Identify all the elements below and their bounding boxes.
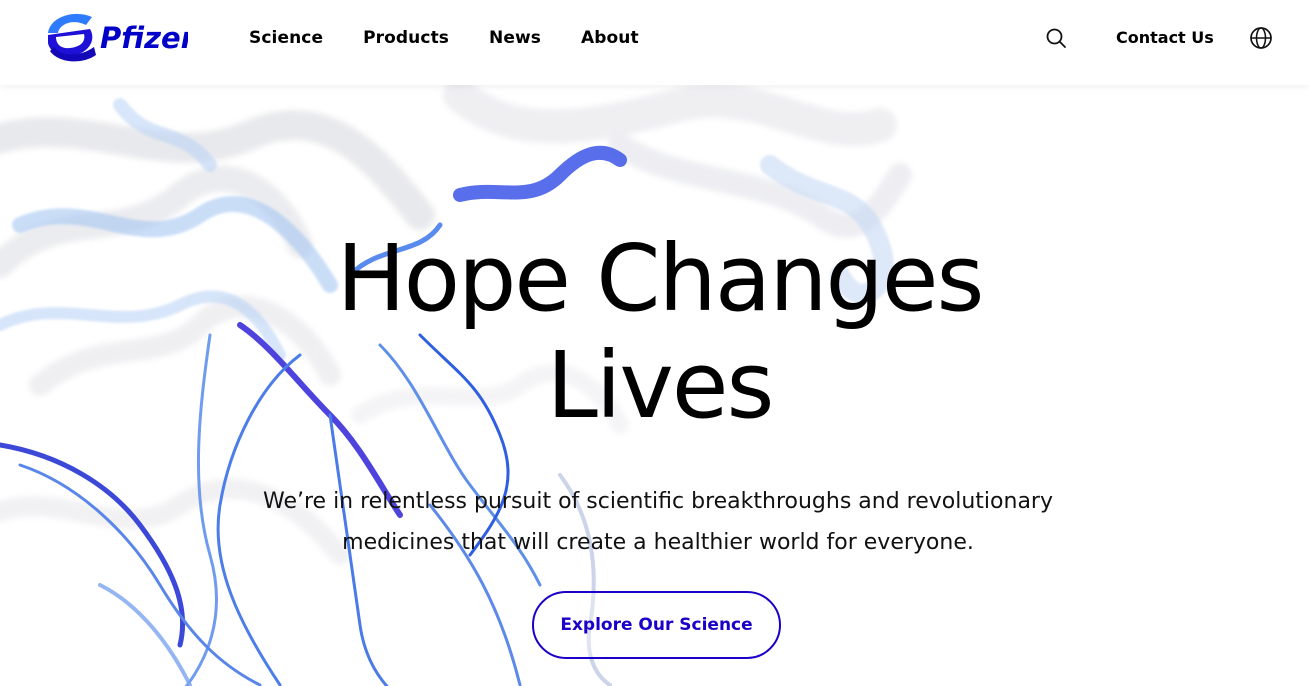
subtext-line-1: We’re in relentless pursuit of scientifi… bbox=[262, 489, 1053, 514]
nav-about[interactable]: About bbox=[581, 28, 639, 48]
nav-science[interactable]: Science bbox=[249, 28, 323, 48]
hero-headline: Hope Changes Lives bbox=[0, 225, 1309, 439]
contact-us-link[interactable]: Contact Us bbox=[1116, 28, 1214, 47]
headline-line-2: Lives bbox=[546, 332, 775, 439]
logo-wordmark: Pfizer bbox=[100, 21, 188, 55]
hero-section: Hope Changes Lives We’re in relentless p… bbox=[0, 85, 1309, 686]
main-nav: Science Products News About bbox=[249, 28, 679, 48]
nav-products[interactable]: Products bbox=[363, 28, 449, 48]
search-icon[interactable] bbox=[1044, 26, 1068, 50]
nav-news[interactable]: News bbox=[489, 28, 541, 48]
hero-subtext: We’re in relentless pursuit of scientifi… bbox=[258, 481, 1058, 563]
subtext-line-2: medicines that will create a healthier w… bbox=[342, 530, 974, 555]
pfizer-logo[interactable]: Pfizer bbox=[46, 7, 188, 65]
site-header: Pfizer Science Products News About Conta… bbox=[0, 0, 1309, 85]
explore-our-science-button[interactable]: Explore Our Science bbox=[532, 591, 781, 659]
globe-icon[interactable] bbox=[1248, 25, 1274, 51]
headline-line-1: Hope Changes bbox=[336, 225, 985, 332]
